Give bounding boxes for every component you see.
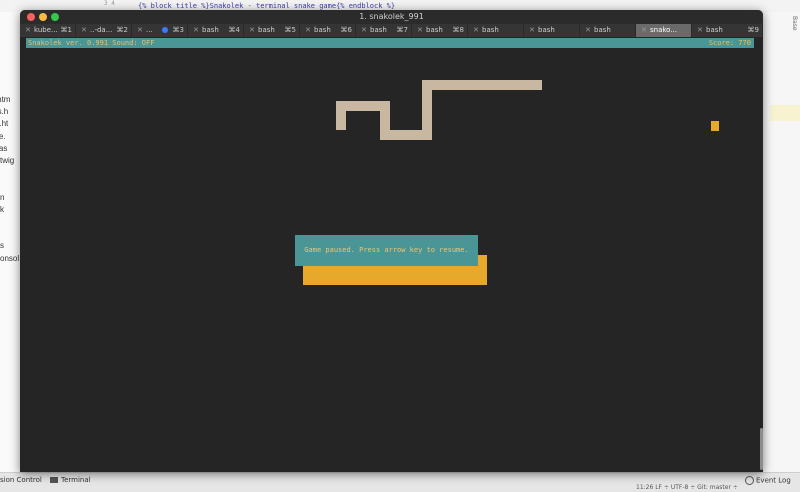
tab-bar: ✕ kube... ⌘1 ✕ ..-da... ⌘2 ✕ ... ⌘3 ✕ ba…: [20, 24, 763, 37]
ide-file-list: ad.htm ores.h age.ht table. k_bas twig n…: [0, 94, 19, 265]
terminal-tab-label: Terminal: [61, 476, 91, 484]
tab-shortcut: ⌘4: [228, 26, 240, 34]
tab-label: ...: [146, 26, 153, 34]
tab-shortcut: ⌘7: [396, 26, 408, 34]
tab-shortcut: ⌘3: [172, 26, 184, 34]
activity-dot-icon: [162, 24, 170, 37]
tab-8[interactable]: ✕ bash ⌘8: [412, 24, 468, 37]
close-tab-icon[interactable]: ✕: [81, 24, 87, 37]
game-version-sound: Snakolek ver. 0.991 Sound: OFF: [28, 39, 155, 47]
ide-file-item[interactable]: table.: [0, 131, 19, 143]
tab-shortcut: ⌘6: [340, 26, 352, 34]
ide-database-tab[interactable]: Base: [791, 16, 798, 31]
close-tab-icon[interactable]: ✕: [641, 24, 647, 37]
ide-status-line: 11:26 LF ÷ UTF-8 ÷ Git: master ÷: [636, 484, 738, 491]
tab-4[interactable]: ✕ bash ⌘4: [188, 24, 244, 37]
tab-7[interactable]: ✕ bash ⌘7: [356, 24, 412, 37]
ide-file-item[interactable]: s: [0, 240, 19, 252]
ide-file-item[interactable]: onsol: [0, 253, 19, 265]
close-tab-icon[interactable]: ✕: [137, 24, 143, 37]
pause-dialog: Game paused. Press arrow key to resume.: [295, 235, 478, 266]
tab-label: bash: [538, 26, 555, 34]
tab-shortcut: ⌘1: [60, 26, 72, 34]
tab-label: kube...: [34, 26, 58, 34]
tab-label: bash: [706, 26, 723, 34]
terminal-scrollbar[interactable]: [760, 428, 763, 470]
tab-6[interactable]: ✕ bash ⌘6: [300, 24, 356, 37]
tab-5[interactable]: ✕ bash ⌘5: [244, 24, 300, 37]
close-tab-icon[interactable]: ✕: [305, 24, 311, 37]
tab-shortcut: ⌘5: [284, 26, 296, 34]
close-tab-icon[interactable]: ✕: [697, 24, 703, 37]
ide-file-item[interactable]: ores.h: [0, 106, 19, 118]
event-log-label: Event Log: [756, 476, 791, 485]
ide-file-item: [0, 167, 19, 179]
tab-label: bash: [258, 26, 275, 34]
ide-file-item: [0, 179, 19, 191]
tab-label: bash: [482, 26, 499, 34]
game-status-bar: Snakolek ver. 0.991 Sound: OFF Score: 77…: [26, 38, 754, 48]
tab-13[interactable]: ✕ bash ⌘9: [692, 24, 763, 37]
ide-line-numbers: 3 4: [104, 0, 115, 7]
window-title: 1. snakolek_991: [359, 12, 424, 21]
tab-label: ..-da...: [90, 26, 113, 34]
close-tab-icon[interactable]: ✕: [25, 24, 31, 37]
ide-project-panel: ad.htm ores.h age.ht table. k_bas twig n…: [0, 12, 20, 472]
tab-1[interactable]: ✕ kube... ⌘1: [20, 24, 76, 37]
ide-file-item[interactable]: k_bas: [0, 143, 19, 155]
close-tab-icon[interactable]: ✕: [529, 24, 535, 37]
tab-label: snako...: [650, 26, 678, 34]
tab-3[interactable]: ✕ ... ⌘3: [132, 24, 188, 37]
snake-segment: [336, 101, 346, 130]
ide-file-item[interactable]: n: [0, 192, 19, 204]
title-bar[interactable]: 1. snakolek_991: [20, 10, 763, 24]
close-tab-icon[interactable]: ✕: [193, 24, 199, 37]
tab-label: bash: [314, 26, 331, 34]
tab-label: bash: [370, 26, 387, 34]
terminal-window: 1. snakolek_991 ✕ kube... ⌘1 ✕ ..-da... …: [20, 10, 763, 472]
tab-snakolek-active[interactable]: ✕ snako...: [636, 24, 692, 37]
event-log-button[interactable]: Event Log: [745, 476, 791, 485]
tab-shortcut: ⌘8: [452, 26, 464, 34]
tab-2[interactable]: ✕ ..-da... ⌘2: [76, 24, 132, 37]
tab-10[interactable]: ✕ bash: [524, 24, 580, 37]
close-tab-icon[interactable]: ✕: [417, 24, 423, 37]
tab-9[interactable]: ✕ bash: [468, 24, 524, 37]
ide-file-item: [0, 216, 19, 228]
tab-11[interactable]: ✕ bash: [580, 24, 636, 37]
ide-file-item: [0, 228, 19, 240]
tab-shortcut: ⌘2: [116, 26, 128, 34]
tab-label: bash: [594, 26, 611, 34]
close-tab-icon[interactable]: ✕: [585, 24, 591, 37]
terminal-icon: [50, 477, 58, 483]
ide-file-item[interactable]: age.ht: [0, 118, 19, 130]
ide-file-item[interactable]: twig: [0, 155, 19, 167]
tab-label: bash: [202, 26, 219, 34]
snake-segment: [422, 80, 542, 90]
game-score: Score: 770: [708, 39, 751, 47]
version-control-tab[interactable]: sion Control: [0, 476, 42, 484]
event-log-icon: [745, 476, 754, 485]
terminal-tab[interactable]: Terminal: [50, 476, 91, 484]
close-tab-icon[interactable]: ✕: [361, 24, 367, 37]
close-tab-icon[interactable]: ✕: [249, 24, 255, 37]
ide-file-item[interactable]: ad.htm: [0, 94, 19, 106]
game-board[interactable]: Game paused. Press arrow key to resume.: [20, 50, 763, 472]
close-tab-icon[interactable]: ✕: [473, 24, 479, 37]
ide-file-item[interactable]: k: [0, 204, 19, 216]
ide-highlight-line: [770, 105, 800, 121]
tab-shortcut: ⌘9: [747, 26, 759, 34]
ide-code-line: {% block title %}Snakolek - terminal sna…: [138, 2, 396, 10]
snake-food: [711, 121, 719, 131]
tab-label: bash: [426, 26, 443, 34]
